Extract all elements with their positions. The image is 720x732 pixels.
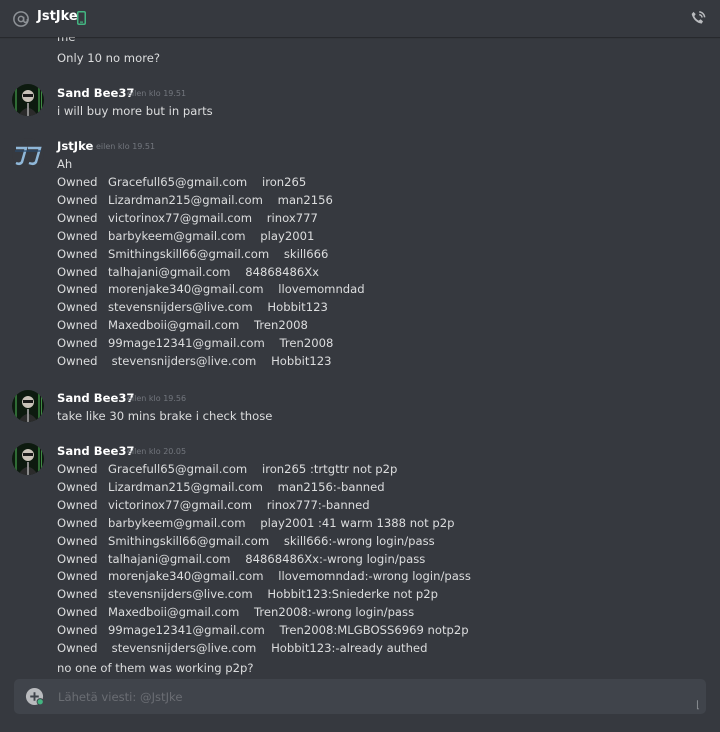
message-line: Owned victorinox77@gmail.com rinox777:-ba…: [57, 496, 370, 514]
credential-text: stevensnijders@live.com Hobbit123:-alrea…: [108, 641, 428, 655]
channel-title: JstJke: [37, 9, 78, 24]
message-author[interactable]: Sand Bee37: [57, 443, 134, 459]
credential-text: talhajani@gmail.com 84868486Xx: [108, 264, 320, 279]
message-author[interactable]: Sand Bee37: [57, 85, 134, 101]
owned-label: Owned: [57, 246, 98, 261]
credential-text: talhajani@gmail.com 84868486Xx:-wrong lo…: [108, 551, 426, 566]
message-line: Owned morenjake340@gmail.com llovemomndad…: [57, 567, 471, 585]
credential-text: barbykeem@gmail.com play2001 :41 warm 13…: [108, 515, 455, 530]
owned-label: Owned: [57, 192, 98, 207]
avatar-image: [12, 390, 44, 422]
avatar-sand-bee37[interactable]: [12, 84, 44, 116]
credential-text: Smithingskill66@gmail.com skill666:-wron…: [108, 533, 435, 548]
credential-text: Maxedboii@gmail.com Tren2008:-wrong logi…: [108, 605, 415, 620]
credential-text: Maxedboii@gmail.com Tren2008: [108, 318, 308, 333]
owned-label: Owned: [57, 210, 98, 225]
owned-label: Owned: [57, 533, 98, 548]
message-line: Owned Lizardman215@gmail.com man2156:-ban…: [57, 478, 385, 496]
credential-text: barbykeem@gmail.com play2001: [108, 228, 315, 243]
credential-text: Lizardman215@gmail.com man2156:-banned: [108, 479, 385, 494]
owned-label: Owned: [57, 264, 98, 279]
owned-label: Owned: [57, 515, 98, 530]
credential-text: morenjake340@gmail.com llovemomndad:-wro…: [108, 569, 471, 584]
owned-label: Owned: [57, 569, 98, 584]
owned-label: Owned: [57, 354, 98, 368]
message-timestamp: eilen klo 19.51: [127, 89, 187, 98]
owned-label: Owned: [57, 282, 98, 297]
message-line: Owned stevensnijders@live.com Hobbit123: [57, 298, 328, 316]
message-text: no one of them was working p2p?: [57, 661, 254, 675]
message-timestamp: eilen klo 20.05: [127, 447, 187, 456]
message-line: Owned barbykeem@gmail.com play2001: [57, 227, 314, 245]
owned-label: Owned: [57, 462, 98, 476]
credential-text: stevensnijders@live.com Hobbit123: [108, 354, 332, 368]
owned-label: Owned: [57, 641, 98, 655]
message-line: Owned Smithingskill66@gmail.com skill666: [57, 245, 328, 263]
message-timestamp: eilen klo 19.51: [96, 142, 156, 151]
credential-text: Gracefull65@gmail.com iron265: [108, 175, 307, 189]
message-line: Owned stevensnijders@live.com Hobbit123:S…: [57, 585, 438, 603]
message-line: Owned barbykeem@gmail.com play2001 :41 wa…: [57, 514, 454, 532]
message-line: Owned Lizardman215@gmail.com man2156: [57, 191, 333, 209]
resize-handle[interactable]: ⌊: [696, 700, 700, 711]
message-line: Owned Maxedboii@gmail.com Tren2008: [57, 316, 308, 334]
owned-label: Owned: [57, 300, 98, 315]
message-line: Owned Smithingskill66@gmail.com skill666:…: [57, 532, 435, 550]
message-line: Owned victorinox77@gmail.com rinox777: [57, 209, 318, 227]
message-text: take like 30 mins brake i check those: [57, 409, 273, 423]
credential-text: 99mage12341@gmail.com Tren2008:MLGBOSS69…: [108, 623, 469, 638]
message-line: Owned Gracefull65@gmail.com iron265: [57, 173, 306, 191]
at-sign-icon: [13, 11, 29, 27]
avatar-image: [12, 84, 44, 116]
owned-label: Owned: [57, 479, 98, 494]
owned-label: Owned: [57, 497, 98, 512]
message-line: Owned talhajani@gmail.com 84868486Xx:-wro…: [57, 550, 425, 568]
phone-call-icon[interactable]: [688, 9, 708, 29]
credential-text: Smithingskill66@gmail.com skill666: [108, 246, 329, 261]
message-line: Owned stevensnijders@live.com Hobbit123: [57, 352, 332, 370]
message-text: Only 10 no more?: [57, 51, 160, 65]
credential-text: victorinox77@gmail.com rinox777: [108, 210, 318, 225]
credential-text: morenjake340@gmail.com llovemomndad: [108, 282, 365, 297]
message-author[interactable]: JstJke: [57, 138, 93, 154]
avatar-sand-bee37[interactable]: [12, 443, 44, 475]
message-text: Ah: [57, 157, 73, 171]
owned-label: Owned: [57, 587, 98, 602]
add-attachment-icon[interactable]: [25, 687, 44, 706]
avatar-jstjke[interactable]: [12, 138, 44, 170]
message-line: Owned Maxedboii@gmail.com Tren2008:-wrong…: [57, 603, 414, 621]
owned-label: Owned: [57, 336, 98, 351]
avatar-image: [12, 443, 44, 475]
mobile-phone-icon: [77, 11, 86, 25]
message-line: Owned Gracefull65@gmail.com iron265 :trtg…: [57, 460, 397, 478]
owned-label: Owned: [57, 605, 98, 620]
owned-label: Owned: [57, 623, 98, 638]
credential-text: stevensnijders@live.com Hobbit123:Sniede…: [108, 587, 438, 602]
message-list[interactable]: me Only 10 no more? Sand Bee37 eilen klo…: [0, 37, 720, 677]
credential-text: 99mage12341@gmail.com Tren2008: [108, 336, 334, 351]
message-timestamp: eilen klo 19.56: [127, 394, 187, 403]
owned-label: Owned: [57, 318, 98, 333]
credential-text: Gracefull65@gmail.com iron265 :trtgttr n…: [108, 462, 398, 476]
avatar-image: [12, 138, 44, 170]
owned-label: Owned: [57, 551, 98, 566]
avatar-sand-bee37[interactable]: [12, 390, 44, 422]
message-composer: [14, 679, 706, 714]
message-line: Owned 99mage12341@gmail.com Tren2008: [57, 334, 333, 352]
owned-label: Owned: [57, 175, 98, 189]
message-line: Owned talhajani@gmail.com 84868486Xx: [57, 263, 319, 281]
message-text: me: [57, 37, 76, 44]
channel-header: JstJke: [0, 0, 720, 37]
message-line: Owned morenjake340@gmail.com llovemomndad: [57, 280, 365, 298]
message-line: Owned 99mage12341@gmail.com Tren2008:MLGB…: [57, 621, 469, 639]
credential-text: Lizardman215@gmail.com man2156: [108, 192, 333, 207]
owned-label: Owned: [57, 228, 98, 243]
message-input[interactable]: [56, 683, 680, 711]
message-author[interactable]: Sand Bee37: [57, 390, 134, 406]
credential-text: victorinox77@gmail.com rinox777:-banned: [108, 497, 370, 512]
credential-text: stevensnijders@live.com Hobbit123: [108, 300, 328, 315]
message-text: i will buy more but in parts: [57, 104, 213, 118]
message-line: Owned stevensnijders@live.com Hobbit123:…: [57, 639, 427, 657]
